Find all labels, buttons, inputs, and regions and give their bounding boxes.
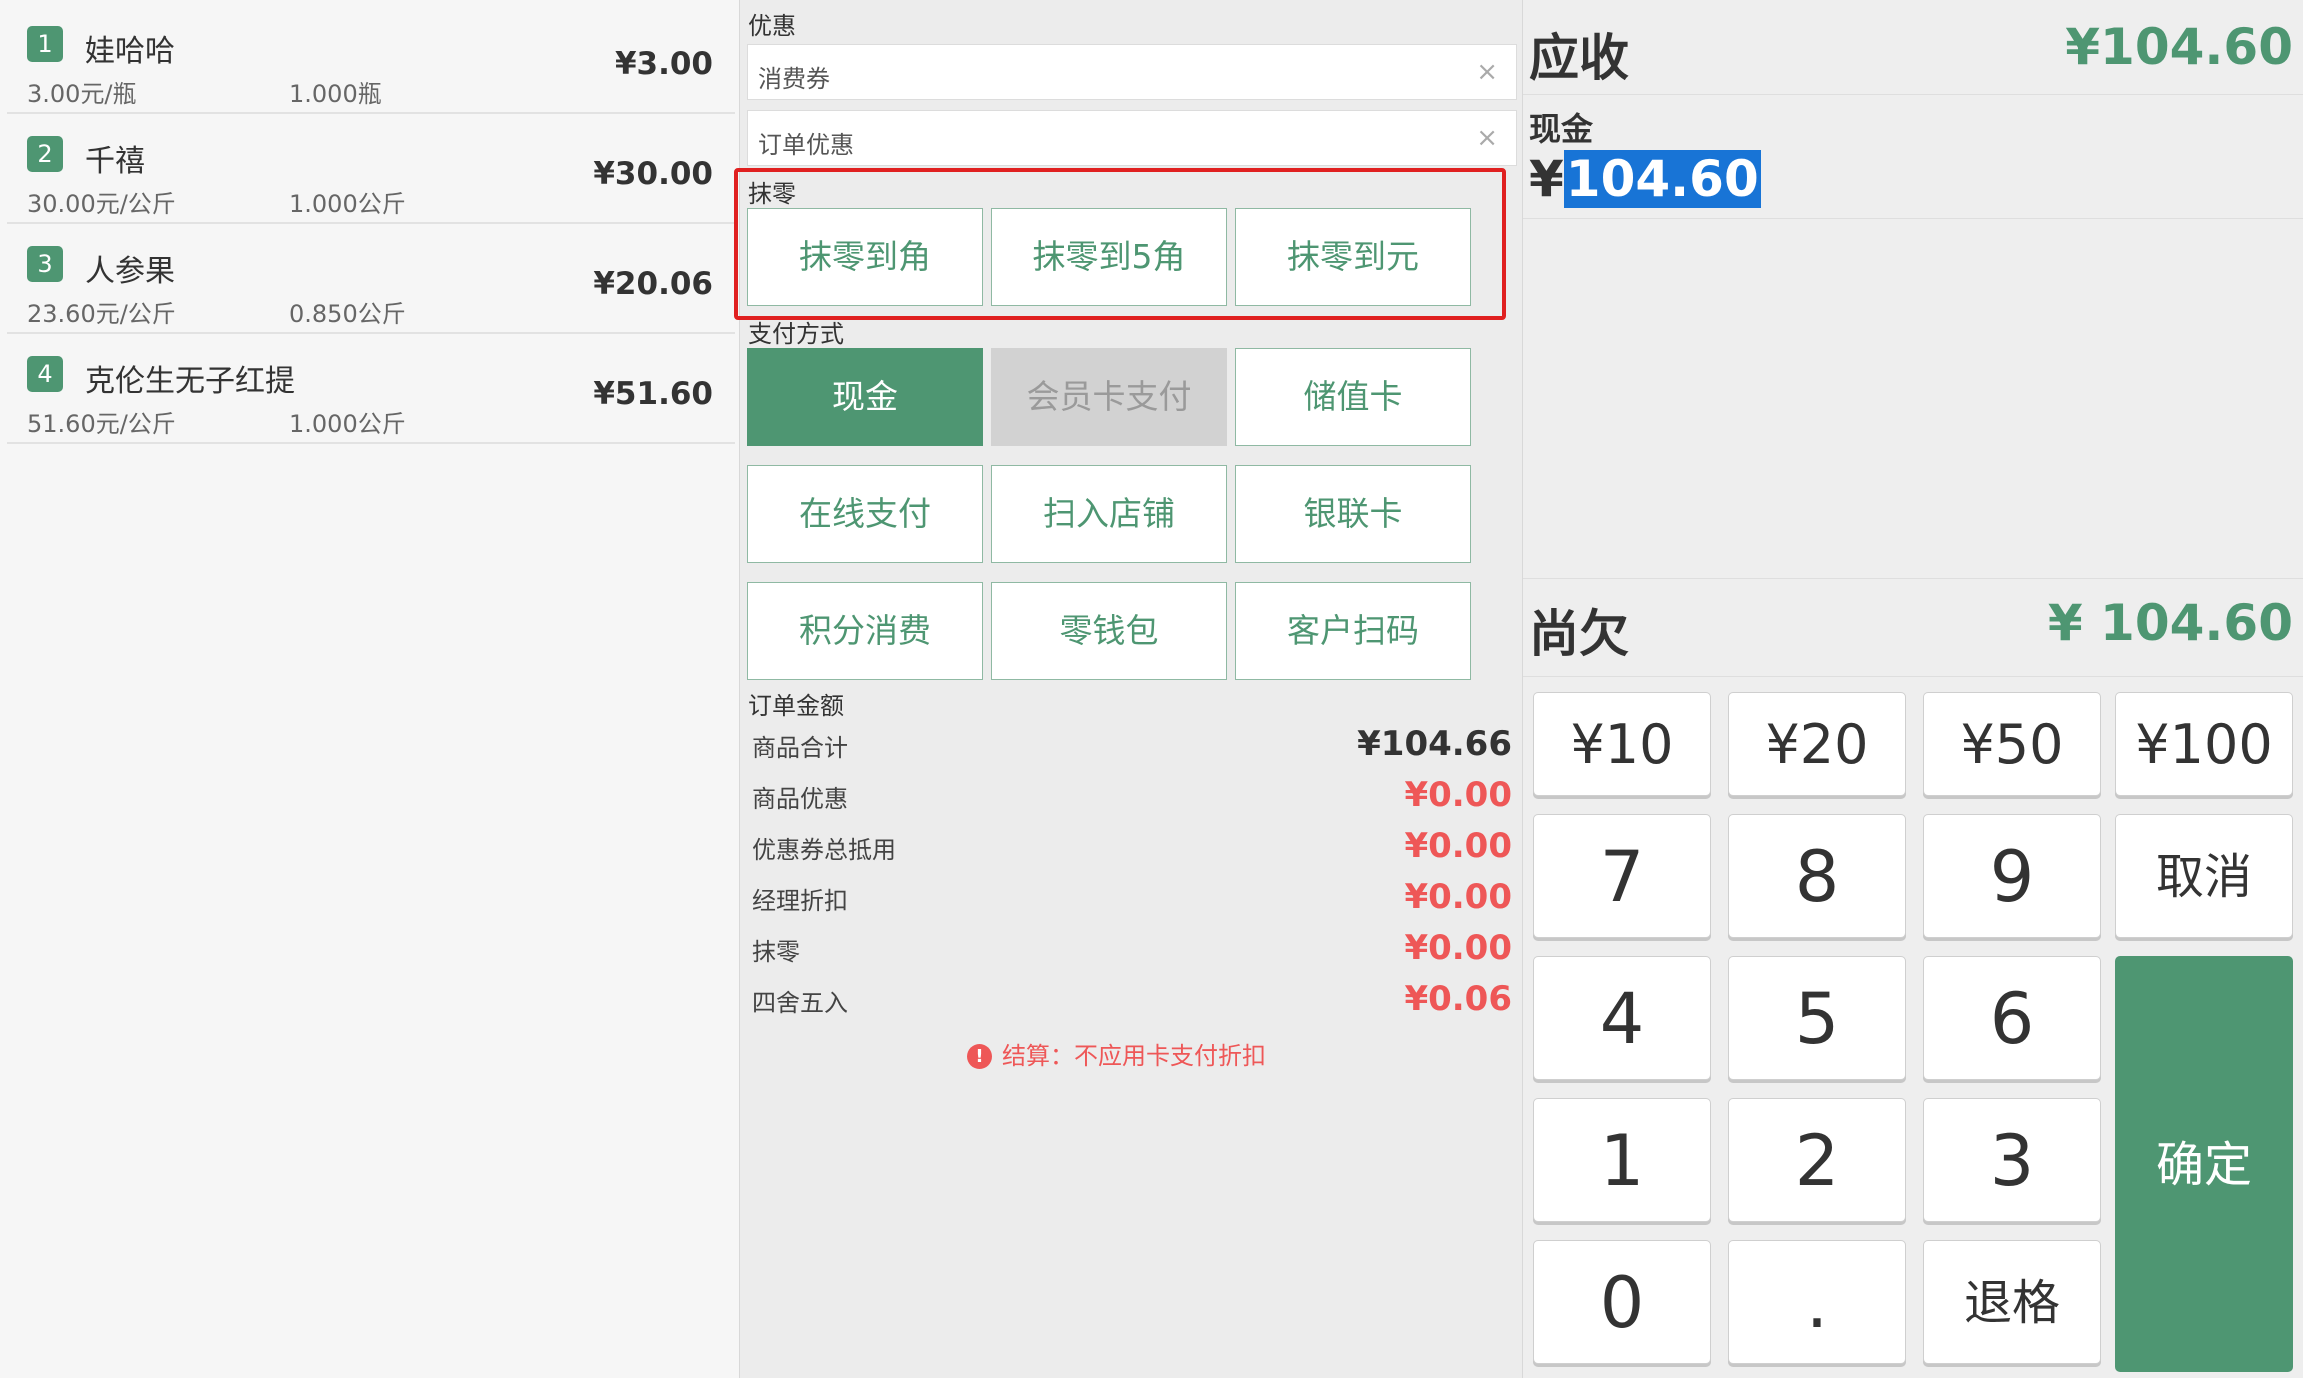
item-subtotal: ¥30.00 [593,156,713,192]
order-discount-label: 订单优惠 [758,131,854,159]
item-index-badge: 3 [27,246,63,282]
cart-item[interactable]: 3 人参果 23.60元/公斤 0.850公斤 ¥20.06 [7,228,735,334]
amount-label: 商品合计 [752,734,848,762]
amount-value: ¥0.00 [1404,928,1512,968]
amount-value: ¥0.00 [1404,775,1512,815]
order-discount-field[interactable]: 订单优惠 × [747,110,1517,166]
owed-value: ¥ 104.60 [2047,594,2293,652]
backspace-button[interactable]: 退格 [1923,1240,2101,1364]
item-name: 克伦生无子红提 [85,364,295,399]
amount-value: ¥0.00 [1404,877,1512,917]
payment-method-cash[interactable]: 现金 [747,348,983,446]
divider [1523,94,2303,95]
amount-value: ¥104.66 [1357,724,1512,764]
item-name: 人参果 [85,254,175,289]
key-3[interactable]: 3 [1923,1098,2101,1222]
cash-amount-input[interactable]: ¥104.60 [1529,150,1761,208]
payment-method-customer-scan[interactable]: 客户扫码 [1235,582,1471,680]
amount-label: 优惠券总抵用 [752,836,896,864]
cart-list: 1 娃哈哈 3.00元/瓶 1.000瓶 ¥3.00 2 千禧 30.00元/公… [0,0,740,1378]
quick-amount-20-button[interactable]: ¥20 [1728,692,1906,796]
amount-label: 商品优惠 [752,785,848,813]
cart-item[interactable]: 4 克伦生无子红提 51.60元/公斤 1.000公斤 ¥51.60 [7,338,735,444]
payment-method-points[interactable]: 积分消费 [747,582,983,680]
clear-order-discount-icon[interactable]: × [1476,123,1498,153]
coupon-label: 消费券 [758,65,830,93]
rounding-highlight-box [734,168,1506,320]
cart-item[interactable]: 1 娃哈哈 3.00元/瓶 1.000瓶 ¥3.00 [7,8,735,114]
item-name: 娃哈哈 [85,34,175,69]
item-index-badge: 1 [27,26,63,62]
amount-label: 四舍五入 [752,989,848,1017]
cash-label: 现金 [1529,110,1594,148]
item-quantity: 1.000公斤 [289,190,406,218]
key-1[interactable]: 1 [1533,1098,1711,1222]
receivable-label: 应收 [1529,29,1629,87]
receivable-value: ¥104.60 [2065,18,2293,76]
amount-row-coupon-total: 优惠券总抵用 ¥0.00 [752,826,1512,866]
clear-coupon-icon[interactable]: × [1476,57,1498,87]
key-5[interactable]: 5 [1728,956,1906,1080]
coupon-field[interactable]: 消费券 × [747,44,1517,100]
payment-method-wallet[interactable]: 零钱包 [991,582,1227,680]
divider [1523,676,2303,677]
item-unit-price: 23.60元/公斤 [27,300,176,328]
item-subtotal: ¥51.60 [593,376,713,412]
amount-value: ¥0.06 [1404,979,1512,1019]
payment-method-online[interactable]: 在线支付 [747,465,983,563]
amount-row-goods-total: 商品合计 ¥104.66 [752,724,1512,764]
owed-label: 尚欠 [1529,605,1629,663]
item-index-badge: 2 [27,136,63,172]
key-decimal-point[interactable]: . [1728,1240,1906,1364]
amount-row-goods-discount: 商品优惠 ¥0.00 [752,775,1512,815]
key-9[interactable]: 9 [1923,814,2101,938]
warning-icon: ! [967,1044,992,1069]
item-unit-price: 30.00元/公斤 [27,190,176,218]
cash-amount-selected: 104.60 [1563,150,1761,208]
quick-amount-100-button[interactable]: ¥100 [2115,692,2293,796]
payment-method-member-card[interactable]: 会员卡支付 [991,348,1227,446]
item-unit-price: 3.00元/瓶 [27,80,137,108]
key-8[interactable]: 8 [1728,814,1906,938]
item-quantity: 1.000瓶 [289,80,382,108]
cart-item[interactable]: 2 千禧 30.00元/公斤 1.000公斤 ¥30.00 [7,118,735,224]
key-4[interactable]: 4 [1533,956,1711,1080]
cancel-button[interactable]: 取消 [2115,814,2293,938]
key-0[interactable]: 0 [1533,1240,1711,1364]
amount-row-rounding-off: 抹零 ¥0.00 [752,928,1512,968]
item-quantity: 0.850公斤 [289,300,406,328]
item-name: 千禧 [85,144,145,179]
quick-amount-50-button[interactable]: ¥50 [1923,692,2101,796]
key-7[interactable]: 7 [1533,814,1711,938]
divider [1523,218,2303,219]
item-subtotal: ¥20.06 [593,266,713,302]
checkout-panel: 应收 ¥104.60 现金 ¥104.60 尚欠 ¥ 104.60 ¥10 ¥2… [1522,0,2303,1378]
settlement-notice-text: 结算：不应用卡支付折扣 [1002,1042,1266,1070]
key-2[interactable]: 2 [1728,1098,1906,1222]
payment-method-stored-value-card[interactable]: 储值卡 [1235,348,1471,446]
item-unit-price: 51.60元/公斤 [27,410,176,438]
amount-row-manager-discount: 经理折扣 ¥0.00 [752,877,1512,917]
amount-label: 抹零 [752,938,800,966]
item-quantity: 1.000公斤 [289,410,406,438]
amount-row-half-up-rounding: 四舍五入 ¥0.06 [752,979,1512,1019]
amount-label: 经理折扣 [752,887,848,915]
confirm-button[interactable]: 确定 [2115,956,2293,1372]
divider [1523,578,2303,579]
payment-method-scan-store[interactable]: 扫入店铺 [991,465,1227,563]
cash-currency: ¥ [1529,150,1564,208]
payment-method-unionpay[interactable]: 银联卡 [1235,465,1471,563]
discount-section-title: 优惠 [748,12,796,40]
amount-value: ¥0.00 [1404,826,1512,866]
item-subtotal: ¥3.00 [614,46,713,82]
order-amount-section-title: 订单金额 [748,692,844,720]
item-index-badge: 4 [27,356,63,392]
key-6[interactable]: 6 [1923,956,2101,1080]
quick-amount-10-button[interactable]: ¥10 [1533,692,1711,796]
settlement-notice: ! 结算：不应用卡支付折扣 [967,1036,1266,1071]
